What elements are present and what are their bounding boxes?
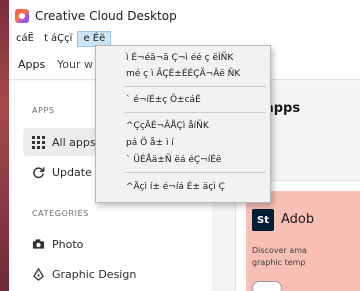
menu-option[interactable]: pá Ö å± ì í <box>96 135 270 151</box>
menu-separator <box>124 112 266 113</box>
window-title: Creative Cloud Desktop <box>35 8 177 23</box>
section-heading-categories: CATEGORIES <box>32 209 89 218</box>
menu-option[interactable]: ^Äçì í± é¬íá É± äçì Ç <box>96 179 270 195</box>
menu-account[interactable]: t áÇçï <box>39 31 78 47</box>
menu-separator <box>124 172 266 173</box>
menu-file[interactable]: cáË <box>11 31 39 47</box>
sidebar-item-label: Photo <box>52 237 84 251</box>
tab-apps[interactable]: Apps <box>18 58 46 83</box>
card-banner: St Adob Discover ama graphic temp <box>246 191 360 291</box>
creative-cloud-logo-icon <box>15 8 29 23</box>
tab-your-work[interactable]: Your w <box>57 58 93 71</box>
sidebar-item-photo[interactable]: Photo <box>23 230 205 258</box>
title-bar: Creative Cloud Desktop <box>9 0 360 31</box>
card-search-button[interactable] <box>252 281 282 291</box>
sidebar-item-graphic-design[interactable]: Graphic Design <box>23 260 205 288</box>
sidebar-item-label: Graphic Design <box>52 267 137 281</box>
menu-option[interactable]: ì É¬éã¬ã Ç¬ì éé ç ëÌÑK <box>96 50 270 66</box>
refresh-icon <box>31 165 45 179</box>
menu-option[interactable]: mé ç ì ÃÇÉ±ÉÉÇÃ¬Âë ÑK <box>96 66 270 82</box>
menu-separator <box>124 86 266 87</box>
desktop-background <box>0 0 9 291</box>
card-description: Discover ama graphic temp <box>252 245 360 269</box>
help-menu-dropdown: ì É¬éã¬ã Ç¬ì éé ç ëÌÑK mé ç ì ÃÇÉ±ÉÉÇÃ¬Â… <box>95 45 271 203</box>
menu-option[interactable]: ^ÇçÄÉ¬ÂÅÇì åíÑK <box>96 118 270 134</box>
section-heading-apps: APPS <box>32 106 55 115</box>
camera-icon <box>31 237 45 251</box>
sidebar-item-label: All apps <box>52 135 96 149</box>
grid-icon <box>31 135 45 149</box>
card-description-line: Discover ama <box>252 246 307 255</box>
app-window: Creative Cloud Desktop cáË t áÇçï e Éë A… <box>9 0 360 291</box>
card-description-line: graphic temp <box>252 258 306 267</box>
stock-logo-icon: St <box>252 209 274 231</box>
sidebar-item-label: Update <box>52 165 92 179</box>
pen-tool-icon <box>31 267 45 281</box>
menu-option[interactable]: ` é¬íÉ±ç Ö±cáÉ <box>96 92 270 108</box>
menu-option[interactable]: ` ÜÉÅä±Ñ ëá éÇ¬íÉë <box>96 152 270 168</box>
card-title: Adob <box>281 212 315 227</box>
